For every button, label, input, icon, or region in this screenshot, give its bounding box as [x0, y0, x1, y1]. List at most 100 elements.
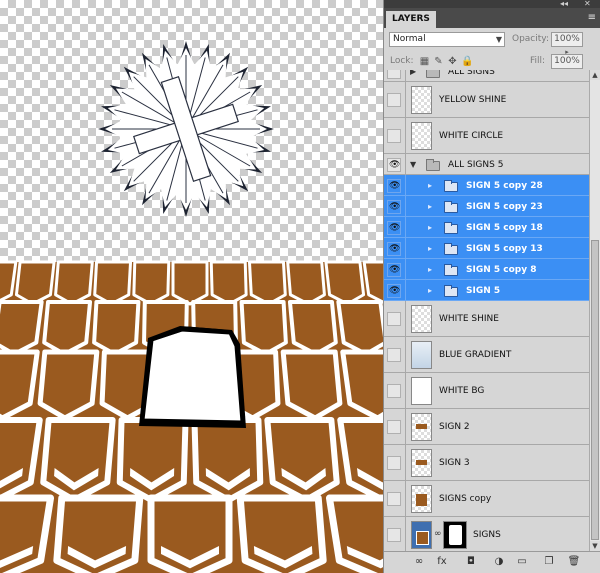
- layer-row[interactable]: BLUE GRADIENT: [384, 337, 589, 373]
- chevron-right-icon[interactable]: ▸: [428, 244, 432, 254]
- lock-position-icon[interactable]: ✥: [447, 56, 458, 67]
- row-divider: [405, 259, 406, 279]
- layers-list: ▶ ALL SIGNS YELLOW SHINE WHITE CIRCLE 👁 ▼ ALL …: [384, 70, 589, 551]
- layers-scrollbar[interactable]: ▲ ▼: [589, 70, 600, 551]
- visibility-toggle[interactable]: [387, 129, 401, 143]
- layer-name: SIGNS copy: [439, 494, 492, 504]
- eye-icon: 👁: [389, 160, 401, 170]
- layer-row[interactable]: 👁 ▸ SIGN 5 copy 13: [384, 238, 589, 259]
- layer-row[interactable]: 👁 ▸ SIGN 5: [384, 280, 589, 301]
- lock-image-icon[interactable]: ✎: [433, 56, 444, 67]
- visibility-toggle[interactable]: [387, 420, 401, 434]
- layer-thumbnail: [411, 413, 432, 441]
- blend-mode-select[interactable]: Normal ▼: [389, 32, 505, 47]
- link-icon[interactable]: ∞: [412, 555, 426, 569]
- document-canvas[interactable]: [0, 0, 383, 573]
- new-group-icon[interactable]: ▭: [515, 555, 529, 569]
- layer-row[interactable]: 👁 ▸ SIGN 5 copy 28: [384, 175, 589, 196]
- row-divider: [405, 238, 406, 258]
- panel-title-bar: ◂◂ ✕: [384, 0, 600, 8]
- visibility-toggle[interactable]: 👁: [387, 242, 401, 256]
- layer-name: SIGN 5: [466, 286, 501, 296]
- eye-icon: 👁: [389, 181, 401, 191]
- eye-icon: 👁: [389, 223, 401, 233]
- folder-icon: [444, 285, 458, 297]
- tab-layers[interactable]: LAYERS: [386, 11, 436, 28]
- chevron-right-icon[interactable]: ▶: [410, 70, 416, 77]
- fill-label: Fill:: [530, 56, 546, 66]
- visibility-toggle[interactable]: [387, 492, 401, 506]
- layer-row[interactable]: 👁 ▸ SIGN 5 copy 18: [384, 217, 589, 238]
- blend-options-row: Normal ▼ Opacity: 100% ▸: [384, 28, 600, 56]
- visibility-toggle[interactable]: 👁: [387, 200, 401, 214]
- layer-thumbnail: [411, 449, 432, 477]
- layer-row[interactable]: SIGN 3: [384, 445, 589, 481]
- chevron-right-icon[interactable]: ▸: [428, 223, 432, 233]
- visibility-toggle[interactable]: 👁: [387, 221, 401, 235]
- layer-mask-thumbnail[interactable]: [443, 521, 467, 549]
- sign-preview: [416, 424, 427, 429]
- collapse-panel-button[interactable]: ◂◂: [560, 0, 568, 8]
- visibility-toggle[interactable]: 👁: [387, 179, 401, 193]
- chevron-right-icon[interactable]: ▸: [428, 265, 432, 275]
- folder-icon: [444, 180, 458, 192]
- layer-row[interactable]: SIGNS copy: [384, 481, 589, 517]
- visibility-toggle[interactable]: [387, 456, 401, 470]
- layer-row[interactable]: 👁 ▸ SIGN 5 copy 8: [384, 259, 589, 280]
- panel-tab-row: LAYERS ≡: [384, 8, 600, 28]
- visibility-toggle[interactable]: 👁: [387, 263, 401, 277]
- opacity-field[interactable]: 100% ▸: [551, 32, 583, 56]
- floor-sign: [280, 349, 343, 421]
- visibility-toggle[interactable]: [387, 93, 401, 107]
- close-panel-button[interactable]: ✕: [584, 0, 591, 8]
- layer-row[interactable]: SIGN 2: [384, 409, 589, 445]
- layer-row[interactable]: WHITE SHINE: [384, 301, 589, 337]
- layer-row[interactable]: ▶ ALL SIGNS: [384, 70, 589, 82]
- fill-field[interactable]: 100% ▸: [551, 54, 583, 78]
- layer-name: WHITE CIRCLE: [439, 131, 504, 141]
- layer-row[interactable]: 👁 ▸ SIGN 5 copy 23: [384, 196, 589, 217]
- visibility-toggle[interactable]: [387, 70, 401, 79]
- scroll-down-icon[interactable]: ▼: [590, 541, 600, 551]
- chevron-right-icon[interactable]: ▸: [428, 286, 432, 296]
- layer-row[interactable]: 👁 ▼ ALL SIGNS 5: [384, 154, 589, 175]
- layer-row[interactable]: ∞ SIGNS: [384, 517, 589, 551]
- row-divider: [405, 118, 406, 153]
- floor-sign: [42, 300, 93, 356]
- trash-icon[interactable]: 🗑: [567, 555, 581, 569]
- folder-icon: [444, 201, 458, 213]
- visibility-toggle[interactable]: [387, 348, 401, 362]
- visibility-toggle[interactable]: 👁: [387, 284, 401, 298]
- mask-icon[interactable]: ◘: [464, 555, 478, 569]
- layer-row[interactable]: WHITE CIRCLE: [384, 118, 589, 154]
- scroll-thumb[interactable]: [591, 240, 599, 540]
- layer-row[interactable]: WHITE BG: [384, 373, 589, 409]
- layer-thumbnail: [411, 341, 432, 369]
- layer-name: SIGNS: [473, 530, 501, 540]
- row-divider: [405, 70, 406, 81]
- floor-sign: [132, 260, 171, 306]
- fx-icon[interactable]: fx: [435, 555, 449, 569]
- chevron-right-icon[interactable]: ▸: [428, 202, 432, 212]
- folder-icon: [426, 159, 440, 171]
- panel-menu-icon[interactable]: ≡: [588, 11, 596, 25]
- visibility-toggle[interactable]: [387, 384, 401, 398]
- blend-mode-value: Normal: [393, 34, 426, 44]
- lock-all-icon[interactable]: 🔒: [461, 56, 473, 67]
- sign-preview: [416, 531, 429, 545]
- row-divider: [405, 481, 406, 516]
- floor-sign: [264, 417, 340, 503]
- visibility-toggle[interactable]: 👁: [387, 158, 401, 172]
- visibility-toggle[interactable]: [387, 528, 401, 542]
- chevron-down-icon[interactable]: ▼: [410, 160, 416, 170]
- visibility-toggle[interactable]: [387, 312, 401, 326]
- chevron-right-icon[interactable]: ▸: [428, 181, 432, 191]
- layer-row[interactable]: YELLOW SHINE: [384, 82, 589, 118]
- new-layer-icon[interactable]: ❐: [542, 555, 556, 569]
- mask-link-icon[interactable]: ∞: [434, 529, 442, 539]
- scroll-up-icon[interactable]: ▲: [590, 70, 600, 80]
- lock-transparency-icon[interactable]: ▦: [419, 56, 430, 67]
- adjustment-icon[interactable]: ◑: [492, 555, 506, 569]
- folder-icon: [444, 264, 458, 276]
- layer-name: SIGN 5 copy 23: [466, 202, 543, 212]
